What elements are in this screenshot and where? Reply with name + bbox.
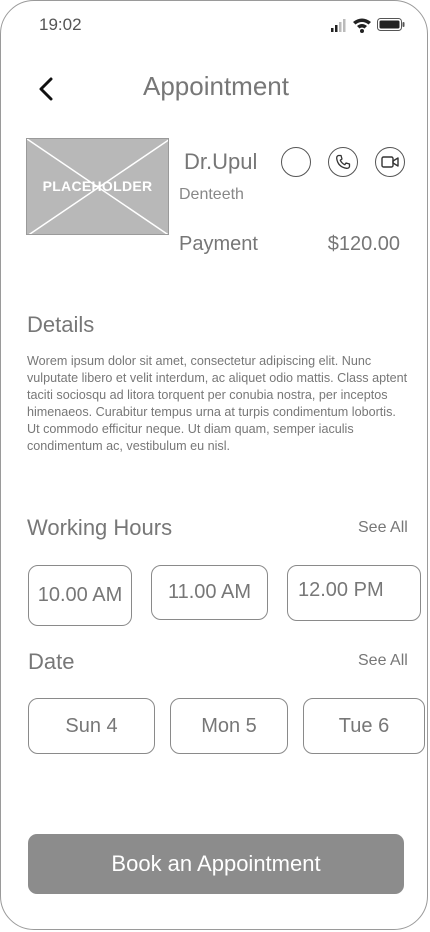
- phone-frame: 19:02 Appointment PLACEHOLDER Dr.Upul De…: [0, 0, 428, 930]
- video-icon: [381, 156, 399, 168]
- doctor-name: Dr.Upul: [184, 149, 258, 174]
- payment-value: $120.00: [327, 233, 400, 255]
- status-circle-button[interactable]: [281, 147, 311, 177]
- date-title: Date: [28, 649, 75, 674]
- page-title: Appointment: [143, 71, 289, 101]
- status-time: 19:02: [39, 15, 82, 34]
- battery-icon: [377, 18, 405, 31]
- status-icons: [329, 15, 407, 35]
- time-slot-button[interactable]: 12.00 PM: [287, 565, 421, 621]
- working-hours-title: Working Hours: [27, 515, 173, 540]
- time-slot-button[interactable]: 11.00 AM: [151, 565, 268, 620]
- book-appointment-button[interactable]: Book an Appointment: [28, 834, 404, 894]
- video-call-button[interactable]: [375, 147, 405, 177]
- working-hours-see-all-link[interactable]: See All: [358, 519, 408, 537]
- time-slot-button[interactable]: 10.00 AM: [28, 565, 132, 626]
- doctor-specialty: Denteeth: [179, 186, 244, 203]
- payment-label: Payment: [179, 233, 258, 255]
- date-option-button[interactable]: Tue 6: [303, 698, 425, 754]
- call-button[interactable]: [328, 147, 358, 177]
- signal-icon: [331, 19, 346, 32]
- date-see-all-link[interactable]: See All: [358, 652, 408, 670]
- date-option-button[interactable]: Mon 5: [170, 698, 288, 754]
- phone-icon: [336, 154, 351, 169]
- wifi-icon: [353, 18, 371, 33]
- details-title: Details: [27, 312, 95, 337]
- placeholder-label: PLACEHOLDER: [42, 178, 153, 194]
- date-option-button[interactable]: Sun 4: [28, 698, 155, 754]
- details-body: Worem ipsum dolor sit amet, consectetur …: [27, 354, 408, 453]
- doctor-image-placeholder: PLACEHOLDER: [26, 138, 169, 235]
